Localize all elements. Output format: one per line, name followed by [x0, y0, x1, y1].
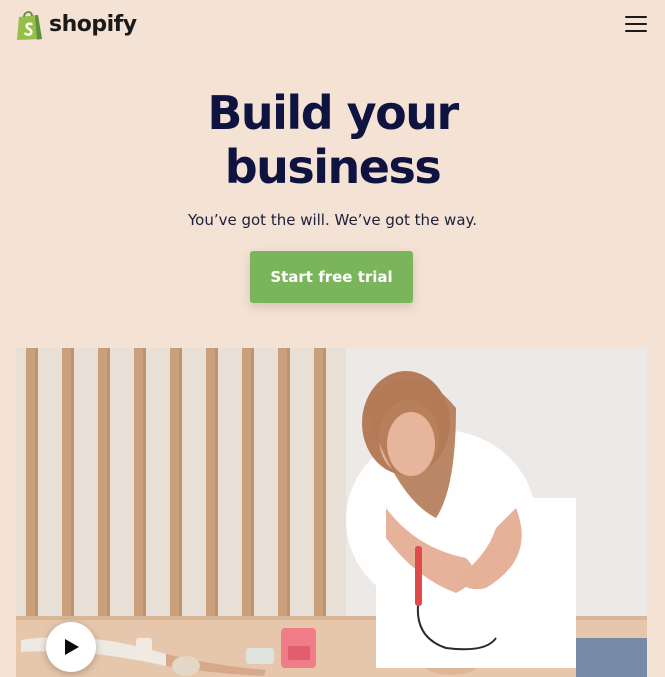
play-icon	[65, 639, 79, 655]
video-thumbnail-image	[16, 348, 647, 677]
hero-video[interactable]	[16, 348, 647, 677]
site-header: shopify	[0, 0, 665, 50]
hero-title: Build your business	[0, 86, 665, 194]
hero-title-line-1: Build your	[207, 86, 459, 140]
brand-wordmark: shopify	[49, 12, 137, 37]
hero-subtitle: You’ve got the will. We’ve got the way.	[187, 211, 478, 229]
shopify-bag-icon	[17, 10, 42, 40]
hamburger-menu-icon[interactable]	[625, 14, 647, 34]
shopify-logo[interactable]: shopify	[16, 8, 137, 41]
hero-title-line-2: business	[224, 140, 442, 194]
start-free-trial-button[interactable]: Start free trial	[250, 251, 413, 303]
play-video-button[interactable]	[46, 622, 96, 672]
